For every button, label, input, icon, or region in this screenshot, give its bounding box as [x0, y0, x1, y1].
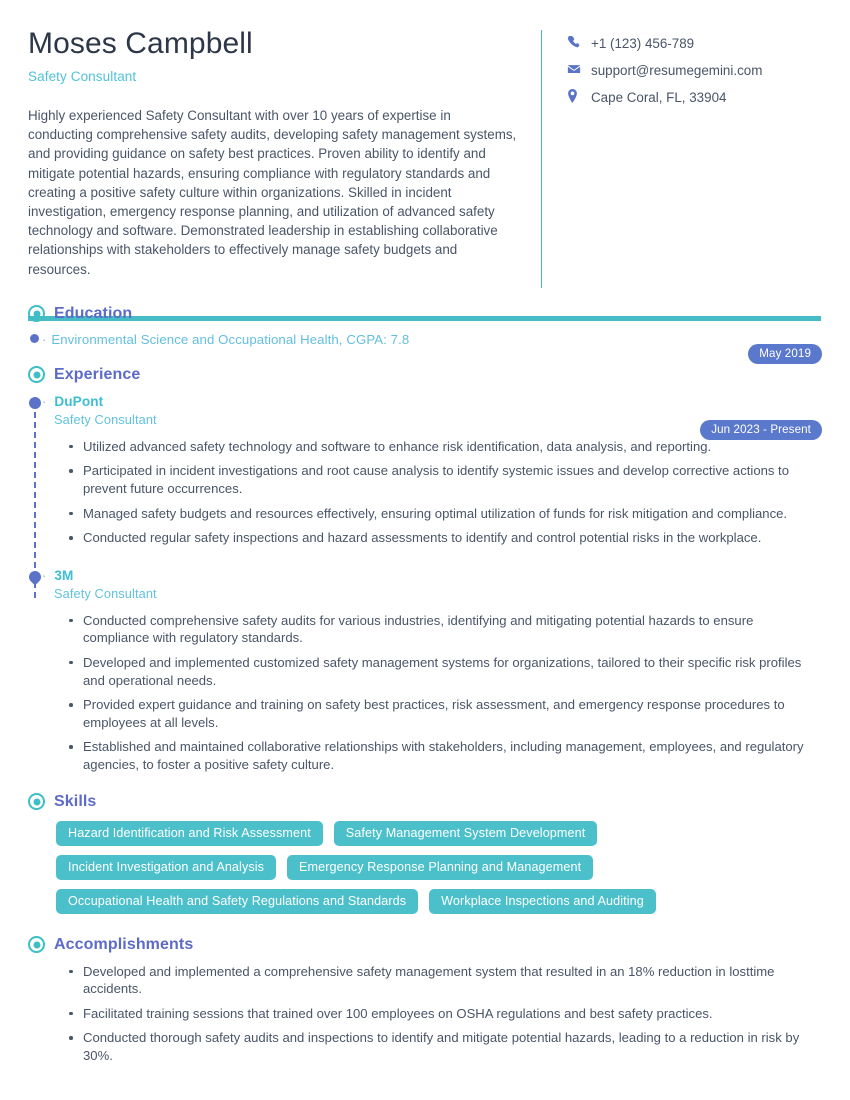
resume-header: Moses Campbell Safety Consultant Highly …: [0, 0, 850, 288]
experience-company: 3M: [54, 567, 74, 583]
accomplishments-heading: Accomplishments: [28, 936, 822, 954]
contact-row-email: support@resumegemini.com: [567, 62, 762, 79]
section-accomplishments: Accomplishments Developed and implemente…: [28, 936, 822, 1065]
envelope-icon: [567, 62, 585, 76]
skill-pill: Occupational Health and Safety Regulatio…: [56, 888, 419, 914]
skills-heading: Skills: [28, 793, 822, 811]
experience-entry: · 3M Safety Consultant Conducted compreh…: [26, 567, 822, 774]
resume-page: Moses Campbell Safety Consultant Highly …: [0, 0, 850, 1100]
experience-entry: · DuPont Safety Consultant Jun 2023 - Pr…: [28, 394, 822, 547]
contact-row-location: Cape Coral, FL, 33904: [567, 89, 762, 106]
contact-block: +1 (123) 456-789 support@resumegemini.co…: [541, 26, 762, 279]
education-item: · Environmental Science and Occupational…: [30, 332, 822, 347]
list-item: Developed and implemented customized saf…: [66, 654, 822, 689]
experience-company-row: · DuPont: [42, 393, 822, 409]
education-dash: ·: [42, 331, 47, 347]
timeline-marker-icon: [26, 568, 44, 586]
section-bullet-icon: [28, 366, 45, 384]
list-item: Conducted thorough safety audits and ins…: [66, 1029, 822, 1064]
experience-bullet-list: Utilized advanced safety technology and …: [66, 438, 822, 547]
list-item: Managed safety budgets and resources eff…: [66, 505, 822, 523]
experience-role: Safety Consultant: [54, 585, 157, 601]
email-value[interactable]: support@resumegemini.com: [591, 62, 762, 79]
experience-heading: Experience: [28, 366, 822, 384]
list-item: Facilitated training sessions that train…: [66, 1005, 822, 1023]
list-item: Participated in incident investigations …: [66, 462, 822, 497]
section-education: Education · Environmental Science and Oc…: [28, 305, 822, 364]
education-dot-icon: [30, 333, 39, 343]
section-bullet-icon: [28, 305, 45, 323]
list-item: Developed and implemented a comprehensiv…: [66, 963, 822, 998]
skill-pill: Safety Management System Development: [333, 820, 598, 846]
education-date-badge: May 2019: [748, 343, 822, 364]
page-title: Moses Campbell: [28, 27, 253, 60]
header-left-column: Moses Campbell Safety Consultant Highly …: [28, 26, 541, 279]
section-experience: Experience · DuPont Safety Consultant Ju…: [26, 366, 822, 774]
experience-dash: ·: [42, 393, 47, 409]
skill-pill: Emergency Response Planning and Manageme…: [287, 854, 594, 880]
list-item: Utilized advanced safety technology and …: [66, 438, 822, 456]
professional-summary: Highly experienced Safety Consultant wit…: [28, 108, 517, 277]
resume-body: Education · Environmental Science and Oc…: [0, 305, 850, 1065]
experience-bullet-list: Conducted comprehensive safety audits fo…: [66, 612, 822, 774]
section-title-skills: Skills: [54, 792, 97, 810]
experience-timeline-block: · DuPont Safety Consultant Jun 2023 - Pr…: [26, 394, 822, 774]
skill-pill: Hazard Identification and Risk Assessmen…: [56, 820, 323, 846]
skill-pill: Workplace Inspections and Auditing: [429, 888, 656, 914]
list-item: Provided expert guidance and training on…: [66, 696, 822, 731]
job-title: Safety Consultant: [28, 69, 137, 84]
location-pin-icon: [567, 89, 585, 103]
experience-date-badge: Jun 2023 - Present: [700, 419, 822, 440]
education-heading: Education: [28, 305, 822, 323]
experience-company: DuPont: [54, 393, 104, 409]
education-degree: Environmental Science and Occupational H…: [51, 331, 410, 347]
section-skills: Skills Hazard Identification and Risk As…: [28, 793, 822, 914]
section-title-experience: Experience: [54, 365, 141, 383]
list-item: Conducted regular safety inspections and…: [66, 529, 822, 547]
timeline-marker-icon: [29, 396, 41, 409]
skill-pill: Incident Investigation and Analysis: [56, 854, 277, 880]
experience-company-row: · 3M: [42, 567, 822, 583]
contact-row-phone: +1 (123) 456-789: [567, 35, 762, 52]
header-vertical-divider: [541, 30, 542, 288]
experience-dash: ·: [42, 567, 47, 583]
section-bullet-icon: [28, 793, 45, 811]
phone-icon: [567, 35, 585, 48]
accomplishments-bullet-list: Developed and implemented a comprehensiv…: [66, 963, 822, 1065]
skills-pill-list: Hazard Identification and Risk Assessmen…: [56, 820, 822, 914]
list-item: Conducted comprehensive safety audits fo…: [66, 612, 822, 647]
section-title-education: Education: [54, 304, 133, 322]
section-title-accomplishments: Accomplishments: [54, 935, 194, 953]
list-item: Established and maintained collaborative…: [66, 738, 822, 773]
phone-value[interactable]: +1 (123) 456-789: [591, 35, 694, 52]
location-value: Cape Coral, FL, 33904: [591, 90, 727, 105]
section-bullet-icon: [28, 936, 45, 954]
